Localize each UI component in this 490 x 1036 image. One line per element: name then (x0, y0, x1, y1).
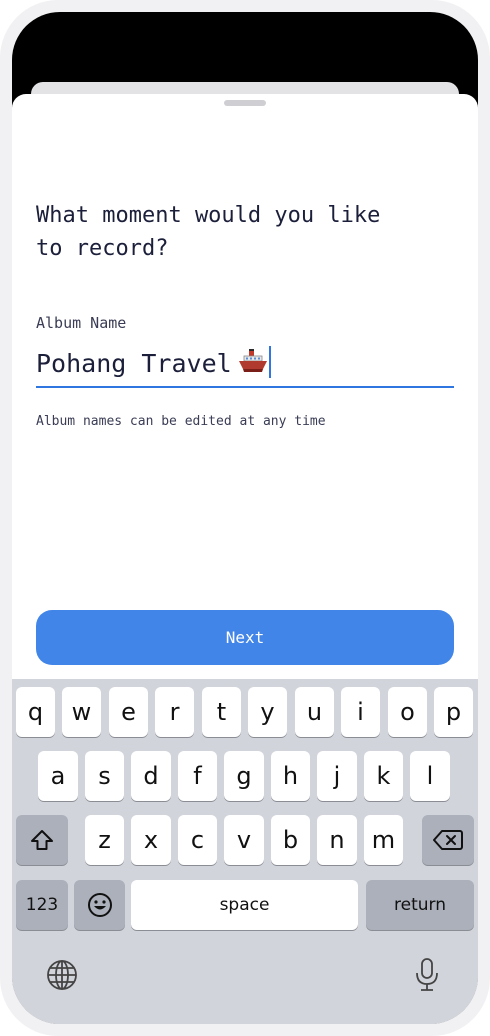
delete-key[interactable] (422, 815, 474, 865)
numbers-key[interactable]: 123 (16, 880, 68, 930)
key-k[interactable]: k (364, 751, 403, 801)
microphone-icon (416, 958, 438, 991)
key-p[interactable]: p (434, 687, 473, 737)
on-screen-keyboard: q w e r t y u i o p a s d f g h j k l z … (12, 679, 478, 1024)
text-caret (268, 346, 271, 378)
key-r[interactable]: r (155, 687, 194, 737)
album-name-input[interactable]: Pohang Travel (36, 346, 271, 381)
question-heading: What moment would you like to record? (36, 199, 396, 265)
key-l[interactable]: l (410, 751, 450, 801)
key-u[interactable]: u (295, 687, 334, 737)
key-e[interactable]: e (109, 687, 148, 737)
key-i[interactable]: i (341, 687, 380, 737)
question-line-1: What moment would you like (36, 203, 381, 228)
phone-frame: What moment would you like to record? Al… (0, 0, 490, 1036)
globe-key[interactable] (46, 959, 78, 995)
space-key[interactable]: space (131, 880, 358, 930)
key-q[interactable]: q (16, 687, 55, 737)
helper-text: Album names can be edited at any time (36, 414, 326, 429)
sheet-grabber[interactable] (224, 100, 266, 106)
key-o[interactable]: o (388, 687, 427, 737)
key-z[interactable]: z (85, 815, 124, 865)
delete-icon (433, 830, 463, 850)
key-f[interactable]: f (178, 751, 217, 801)
key-y[interactable]: y (248, 687, 287, 737)
key-s[interactable]: s (85, 751, 124, 801)
key-b[interactable]: b (271, 815, 310, 865)
album-name-label: Album Name (36, 314, 127, 332)
key-n[interactable]: n (317, 815, 357, 865)
return-key[interactable]: return (366, 880, 474, 930)
emoji-icon (87, 893, 112, 917)
question-line-2: to record? (36, 236, 169, 261)
key-d[interactable]: d (131, 751, 171, 801)
album-name-field[interactable]: Pohang Travel (36, 338, 454, 388)
album-name-value: Pohang Travel (36, 349, 232, 378)
key-t[interactable]: t (202, 687, 241, 737)
emoji-key[interactable] (74, 880, 125, 930)
screen: What moment would you like to record? Al… (12, 12, 478, 1024)
ship-emoji (238, 347, 268, 381)
key-c[interactable]: c (178, 815, 217, 865)
key-g[interactable]: g (224, 751, 264, 801)
key-h[interactable]: h (271, 751, 310, 801)
key-x[interactable]: x (131, 815, 171, 865)
key-j[interactable]: j (317, 751, 357, 801)
dictation-key[interactable] (414, 957, 440, 997)
key-a[interactable]: a (38, 751, 78, 801)
key-m[interactable]: m (364, 815, 403, 865)
key-v[interactable]: v (224, 815, 264, 865)
shift-icon (31, 830, 53, 850)
key-w[interactable]: w (62, 687, 101, 737)
next-button[interactable]: Next (36, 610, 454, 665)
globe-icon (47, 960, 77, 990)
shift-key[interactable] (16, 815, 68, 865)
